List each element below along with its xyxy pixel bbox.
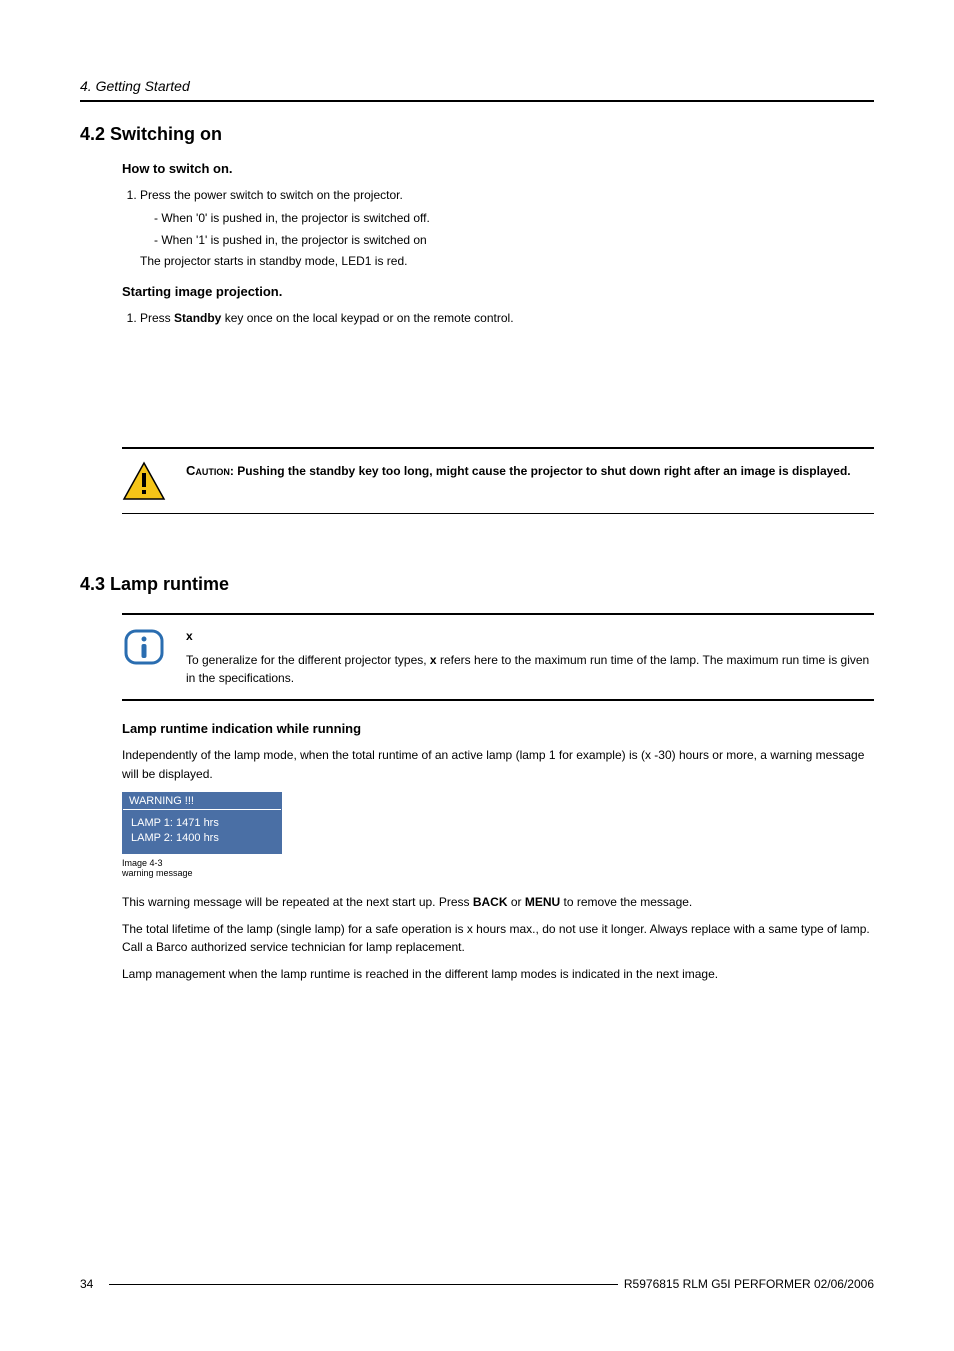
repeat-post: to remove the message. (560, 895, 692, 909)
caution-callout: Caution: Pushing the standby key too lon… (122, 447, 874, 514)
info-text-bold: x (430, 653, 437, 667)
dash-item-0: When '0' is pushed in, the projector is … (154, 209, 874, 228)
lamp-1-row: LAMP 1: 1471 hrs (131, 817, 273, 829)
projection-step-1: Press Standby key once on the local keyp… (140, 309, 874, 328)
projection-steps: Press Standby key once on the local keyp… (122, 309, 874, 328)
page-number: 34 (80, 1277, 93, 1291)
mgmt-para: Lamp management when the lamp runtime is… (122, 965, 874, 984)
step-1-text: Press the power switch to switch on the … (140, 188, 403, 202)
lifetime-para: The total lifetime of the lamp (single l… (122, 920, 874, 957)
subsection-how-to: How to switch on. Press the power switch… (122, 161, 874, 327)
repeat-para: This warning message will be repeated at… (122, 893, 874, 912)
repeat-menu: MENU (525, 895, 560, 909)
caution-bottom-rule (122, 513, 874, 514)
lamp-2-row: LAMP 2: 1400 hrs (131, 832, 273, 844)
switch-detail-list: When '0' is pushed in, the projector is … (154, 209, 874, 250)
caution-body: : Pushing the standby key too long, migh… (230, 464, 851, 478)
section-4-3-title: 4.3 Lamp runtime (80, 574, 874, 595)
repeat-pre: This warning message will be repeated at… (122, 895, 473, 909)
info-icon (122, 627, 166, 667)
info-text-block: x To generalize for the different projec… (186, 627, 874, 687)
dash-item-1: When '1' is pushed in, the projector is … (154, 231, 874, 250)
repeat-mid: or (508, 895, 525, 909)
section-4-2-title: 4.2 Switching on (80, 124, 874, 145)
step-1: Press the power switch to switch on the … (140, 186, 874, 250)
warning-box-body: LAMP 1: 1471 hrs LAMP 2: 1400 hrs (123, 810, 281, 853)
image-caption-line2: warning message (122, 868, 193, 878)
caution-lead: Caution (186, 463, 230, 478)
subsection-lamp-runtime: Lamp runtime indication while running In… (122, 721, 874, 983)
info-callout: x To generalize for the different projec… (122, 613, 874, 701)
info-bottom-rule (122, 699, 874, 701)
info-term: x (186, 627, 874, 645)
footer-rule (109, 1284, 618, 1285)
warning-box-title: WARNING !!! (123, 793, 281, 810)
lamp-indication-para: Independently of the lamp mode, when the… (122, 746, 874, 783)
switch-on-steps: Press the power switch to switch on the … (122, 186, 874, 250)
chapter-header: 4. Getting Started (80, 78, 874, 94)
how-to-switch-on-title: How to switch on. (122, 161, 874, 176)
proj-step-post: key once on the local keypad or on the r… (221, 311, 513, 325)
header-rule (80, 100, 874, 102)
warning-message-box: WARNING !!! LAMP 1: 1471 hrs LAMP 2: 140… (122, 792, 282, 854)
warning-triangle-icon (122, 461, 166, 501)
standby-note: The projector starts in standby mode, LE… (140, 254, 874, 268)
starting-projection-title: Starting image projection. (122, 284, 874, 299)
image-caption-line1: Image 4-3 (122, 858, 163, 868)
document-id: R5976815 RLM G5I PERFORMER 02/06/2006 (624, 1277, 874, 1291)
lamp-indication-title: Lamp runtime indication while running (122, 721, 874, 736)
info-text-pre: To generalize for the different projecto… (186, 653, 430, 667)
proj-step-pre: Press (140, 311, 174, 325)
page-footer: 34 R5976815 RLM G5I PERFORMER 02/06/2006 (80, 1277, 874, 1291)
proj-step-bold: Standby (174, 311, 221, 325)
repeat-back: BACK (473, 895, 508, 909)
caution-text: Caution: Pushing the standby key too lon… (186, 461, 851, 481)
image-caption: Image 4-3 warning message (122, 858, 874, 880)
